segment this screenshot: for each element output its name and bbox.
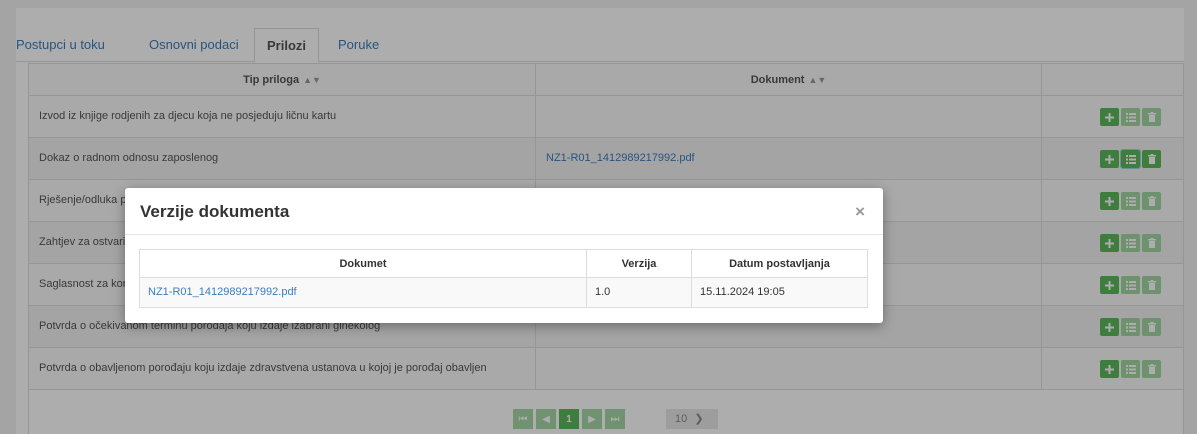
column-header-document: Dokumet [140, 250, 587, 278]
versions-table: Dokumet Verzija Datum postavljanja NZ1-R… [139, 249, 868, 308]
date-cell: 15.11.2024 19:05 [700, 286, 785, 298]
column-header-version: Verzija [587, 250, 692, 278]
table-row: NZ1-R01_1412989217992.pdf 1.0 15.11.2024… [140, 278, 867, 307]
modal-title: Verzije dokumenta [140, 202, 290, 221]
versions-modal: Verzije dokumenta × Dokumet Verzija Datu… [125, 188, 883, 323]
document-link[interactable]: NZ1-R01_1412989217992.pdf [140, 278, 587, 307]
versions-table-header: Dokumet Verzija Datum postavljanja [140, 250, 867, 278]
close-icon[interactable]: × [855, 202, 865, 222]
column-header-date: Datum postavljanja [729, 258, 830, 270]
version-cell: 1.0 [587, 278, 692, 307]
modal-header: Verzije dokumenta × [125, 188, 883, 235]
